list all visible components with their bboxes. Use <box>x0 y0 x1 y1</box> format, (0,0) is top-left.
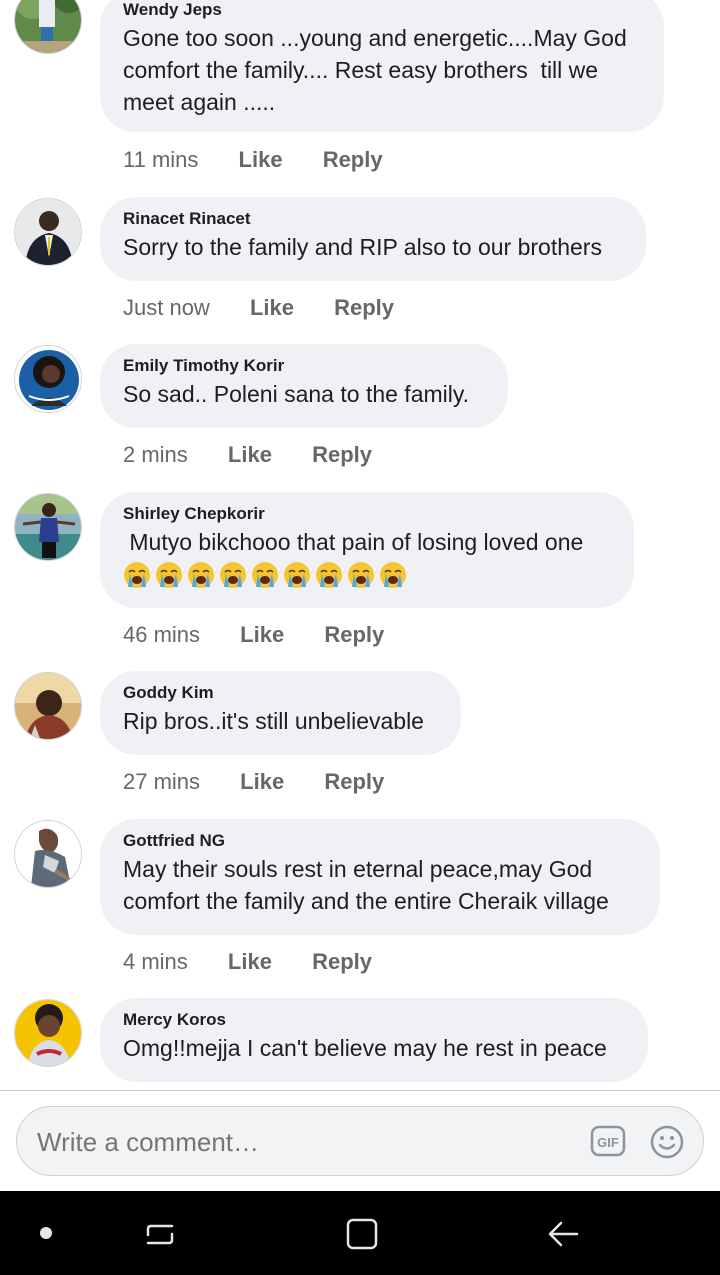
comment-bubble: Shirley Chepkorir Mutyo bikchooo that pa… <box>100 492 634 608</box>
composer-divider <box>0 1090 720 1091</box>
comment-timestamp: Just now <box>123 295 210 320</box>
back-icon[interactable] <box>545 1217 581 1251</box>
comment-author[interactable]: Shirley Chepkorir <box>123 504 611 524</box>
comment-actions: 4 mins Like Reply <box>123 947 372 977</box>
comment-timestamp: 27 mins <box>123 769 201 794</box>
comment-bubble: Gottfried NG May their souls rest in ete… <box>100 819 660 935</box>
like-button[interactable]: Like <box>239 145 283 175</box>
gif-icon[interactable]: GIF <box>590 1123 626 1159</box>
reply-button[interactable]: Reply <box>334 293 394 323</box>
reply-button[interactable]: Reply <box>312 947 372 977</box>
like-button[interactable]: Like <box>228 947 272 977</box>
gif-label: GIF <box>597 1135 619 1150</box>
avatar[interactable] <box>14 999 82 1067</box>
comment-bubble: Mercy Koros Omg!!mejja I can't believe m… <box>100 998 648 1082</box>
system-navigation-bar <box>0 1191 720 1275</box>
comment-timestamp: 11 mins <box>123 147 199 172</box>
comment-bubble: Emily Timothy Korir So sad.. Poleni sana… <box>100 344 508 428</box>
avatar[interactable] <box>14 672 82 740</box>
comment-actions: 11 mins Like Reply <box>123 145 383 175</box>
recents-icon[interactable] <box>142 1217 178 1251</box>
like-button[interactable]: Like <box>240 767 284 797</box>
comment-author[interactable]: Mercy Koros <box>123 1010 625 1030</box>
comment-text: May their souls rest in eternal peace,ma… <box>123 856 609 914</box>
comment-actions: Just now Like Reply <box>123 293 394 323</box>
comment-bubble: Rinacet Rinacet Sorry to the family and … <box>100 197 646 281</box>
comment-timestamp: 46 mins <box>123 622 201 647</box>
comment-author[interactable]: Goddy Kim <box>123 683 438 703</box>
like-button[interactable]: Like <box>228 440 272 470</box>
reply-button[interactable]: Reply <box>323 145 383 175</box>
loudly-crying-face-icon <box>188 562 214 588</box>
comment-text: Gone too soon ...young and energetic....… <box>123 25 634 115</box>
comment-actions: 27 mins Like Reply <box>123 767 384 797</box>
comment-actions: 2 mins Like Reply <box>123 440 372 470</box>
comment-text: Sorry to the family and RIP also to our … <box>123 234 602 260</box>
loudly-crying-face-icon <box>348 562 374 588</box>
like-button[interactable]: Like <box>250 293 294 323</box>
comment-author[interactable]: Emily Timothy Korir <box>123 356 485 376</box>
nav-dot-icon[interactable] <box>40 1227 52 1239</box>
comment-actions: 46 mins Like Reply <box>123 620 384 650</box>
comment-text: Omg!!mejja I can't believe may he rest i… <box>123 1035 607 1061</box>
comment-bubble: Wendy Jeps Gone too soon ...young and en… <box>100 0 664 132</box>
comment-author[interactable]: Rinacet Rinacet <box>123 209 623 229</box>
comment-input[interactable] <box>35 1107 579 1177</box>
reply-button[interactable]: Reply <box>324 620 384 650</box>
smiley-icon[interactable] <box>649 1124 685 1160</box>
loudly-crying-face-icon <box>284 562 310 588</box>
comment-text: So sad.. Poleni sana to the family. <box>123 381 470 407</box>
comment-text: Rip bros..it's still unbelievable <box>123 708 424 734</box>
avatar[interactable] <box>14 820 82 888</box>
comment-text: Mutyo bikchooo that pain of losing loved… <box>123 529 584 555</box>
comment-timestamp: 2 mins <box>123 442 188 467</box>
loudly-crying-face-icon <box>156 562 182 588</box>
emoji-row <box>123 561 611 589</box>
avatar[interactable] <box>14 0 82 54</box>
reply-button[interactable]: Reply <box>324 767 384 797</box>
avatar[interactable] <box>14 198 82 266</box>
loudly-crying-face-icon <box>220 562 246 588</box>
avatar[interactable] <box>14 345 82 413</box>
comment-timestamp: 4 mins <box>123 949 188 974</box>
loudly-crying-face-icon <box>124 562 150 588</box>
home-icon[interactable] <box>344 1217 380 1251</box>
comment-composer[interactable]: GIF <box>16 1106 704 1177</box>
avatar[interactable] <box>14 493 82 561</box>
comment-author[interactable]: Wendy Jeps <box>123 0 641 20</box>
loudly-crying-face-icon <box>252 562 278 588</box>
loudly-crying-face-icon <box>380 562 406 588</box>
loudly-crying-face-icon <box>316 562 342 588</box>
comment-author[interactable]: Gottfried NG <box>123 831 637 851</box>
comment-bubble: Goddy Kim Rip bros..it's still unbelieva… <box>100 671 461 755</box>
reply-button[interactable]: Reply <box>312 440 372 470</box>
like-button[interactable]: Like <box>240 620 284 650</box>
